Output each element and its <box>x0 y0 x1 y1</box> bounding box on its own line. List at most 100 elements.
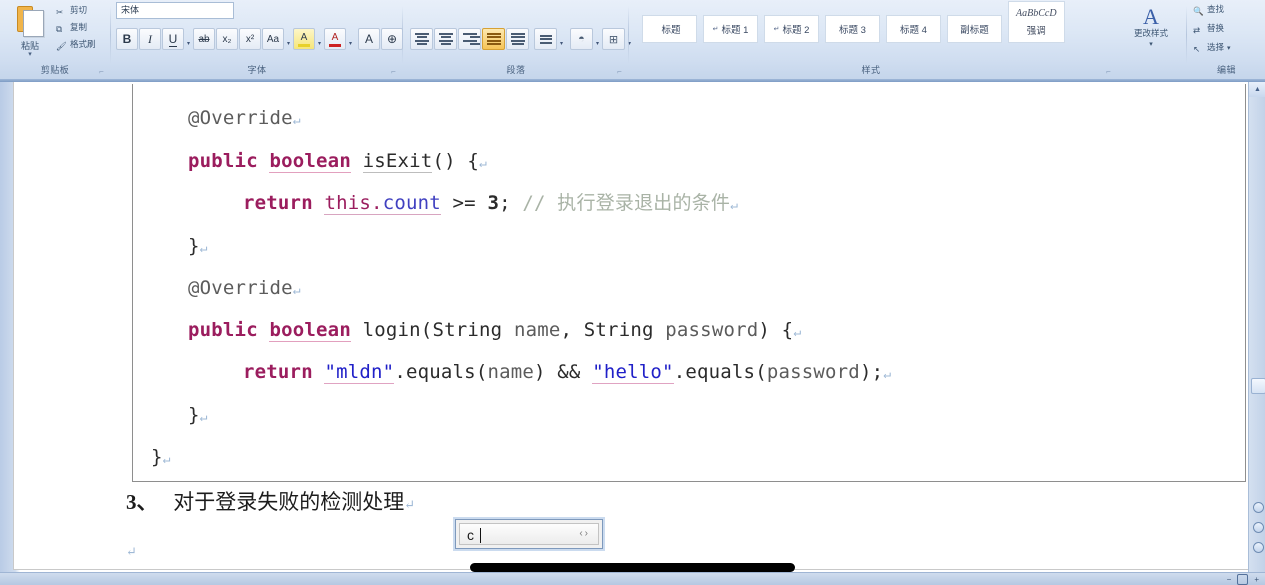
code-token: ↵ <box>162 452 171 467</box>
text-effects-button[interactable]: A <box>358 28 380 50</box>
italic-button[interactable]: I <box>139 28 161 50</box>
cut-button[interactable]: ✂ 剪切 <box>56 4 87 18</box>
style-label-6: 强调 <box>1026 25 1046 37</box>
next-page-button[interactable] <box>1253 542 1264 553</box>
ribbon-group-paragraph: ▾ ◓ ▾ ⊞ ▾ 段落 ⌐ <box>404 0 631 79</box>
code-block[interactable]: @Override↵ public boolean isExit() {↵ retu… <box>132 84 1246 482</box>
scrollbar-thumb[interactable] <box>1251 378 1265 394</box>
style-item-4[interactable]: 标题 4 <box>886 15 941 43</box>
code-token: ↵ <box>292 113 301 128</box>
select-button[interactable]: ↖ 选择 ▾ <box>1193 41 1231 55</box>
copy-button[interactable]: ⧉ 复制 <box>56 21 87 35</box>
font-color-button[interactable]: A <box>324 28 346 50</box>
code-token: "hello" <box>592 361 674 384</box>
code-token: "mldn" <box>324 361 395 384</box>
ime-next-icon[interactable]: › <box>585 528 590 539</box>
bold-button[interactable]: B <box>116 28 138 50</box>
ime-input-field[interactable]: c ‹› <box>459 523 599 545</box>
style-item-3[interactable]: 标题 3 <box>825 15 880 43</box>
paste-button[interactable]: 粘贴 ▾ <box>8 4 52 62</box>
subscript-button[interactable]: x₂ <box>216 28 238 50</box>
code-token: . <box>371 192 383 215</box>
redaction-bar <box>470 563 795 572</box>
browse-object-button[interactable] <box>1253 522 1264 533</box>
code-token: } <box>188 235 200 257</box>
format-painter-button[interactable]: 🖌 格式刷 <box>56 38 96 52</box>
line-spacing-caret[interactable]: ▾ <box>558 28 565 50</box>
align-center-button[interactable] <box>434 28 457 50</box>
search-icon: 🔍 <box>1193 6 1204 16</box>
style-label-2: 标题 2 <box>782 25 810 36</box>
vertical-scrollbar[interactable]: ▲ <box>1248 82 1265 572</box>
zoom-controls[interactable]: − + <box>1227 574 1259 585</box>
code-token: password <box>665 319 759 341</box>
line-spacing-button[interactable] <box>534 28 557 50</box>
style-item-2[interactable]: ↵ 标题 2 <box>764 15 819 43</box>
document-paragraph: 3、 对于登录失败的检测处理↵ <box>126 486 415 516</box>
find-button[interactable]: 🔍 查找 <box>1193 3 1224 17</box>
document-area[interactable]: @Override↵ public boolean isExit() {↵ retu… <box>0 82 1265 585</box>
style-item-6[interactable]: AaBbCcD 强调 <box>1008 1 1065 43</box>
style-item-5[interactable]: 副标题 <box>947 15 1002 43</box>
code-token: ( <box>755 361 767 383</box>
code-token: return <box>243 192 325 214</box>
highlight-button[interactable]: A <box>293 28 315 50</box>
style-label-3: 标题 3 <box>839 25 866 36</box>
zoom-in-button[interactable]: + <box>1254 575 1259 584</box>
format-painter-label: 格式刷 <box>70 39 96 49</box>
style-item-1[interactable]: ↵ 标题 1 <box>703 15 758 43</box>
font-dialog-launcher[interactable]: ⌐ <box>388 66 399 77</box>
previous-page-button[interactable] <box>1253 502 1264 513</box>
code-token: >= <box>440 192 488 214</box>
styles-dialog-launcher[interactable]: ⌐ <box>1103 66 1114 77</box>
code-token: () { <box>432 150 480 172</box>
ribbon-group-styles: 标题 ↵ 标题 1 ↵ 标题 2 标题 3 标题 4 副标题 AaBbCcD 强调 … <box>630 0 1186 79</box>
paragraph-mark: ↵ <box>126 544 137 559</box>
underline-glyph: U <box>168 31 178 47</box>
change-styles-caret[interactable]: ▾ <box>1122 39 1180 50</box>
align-left-button[interactable] <box>410 28 433 50</box>
text-caret <box>480 528 481 543</box>
replace-button[interactable]: ⇄ 替换 <box>1193 22 1224 36</box>
font-name-input[interactable] <box>116 2 234 19</box>
select-label: 选择 <box>1207 42 1225 52</box>
style-mark-1: ↵ <box>712 26 719 33</box>
code-token: @Override <box>188 107 293 129</box>
code-token: count <box>382 192 441 215</box>
clipboard-dialog-launcher[interactable]: ⌐ <box>96 66 107 77</box>
change-styles-button[interactable]: A 更改样式 ▾ <box>1122 6 1180 50</box>
paragraph-toolbar: ▾ ◓ ▾ ⊞ ▾ <box>410 26 633 52</box>
font-color-caret[interactable]: ▾ <box>347 28 354 50</box>
group-separator <box>110 6 111 64</box>
strikethrough-button[interactable]: ab <box>193 28 215 50</box>
ime-nav-arrows[interactable]: ‹› <box>579 528 590 539</box>
code-token: ↵ <box>479 156 488 171</box>
highlight-caret[interactable]: ▾ <box>316 28 323 50</box>
code-token: ↵ <box>730 198 739 213</box>
paste-dropdown-caret[interactable]: ▾ <box>8 51 52 58</box>
distribute-button[interactable] <box>506 28 529 50</box>
align-right-button[interactable] <box>458 28 481 50</box>
zoom-out-button[interactable]: − <box>1227 575 1232 584</box>
style-item-0[interactable]: 标题 <box>642 15 697 43</box>
align-justify-button[interactable] <box>482 28 505 50</box>
enclose-character-button[interactable]: ⊕ <box>381 28 403 50</box>
shading-caret[interactable]: ▾ <box>594 28 601 50</box>
code-token: login( <box>350 319 433 341</box>
code-token: ) && <box>534 361 593 383</box>
borders-button[interactable]: ⊞ <box>602 28 625 50</box>
scroll-up-button[interactable]: ▲ <box>1249 82 1265 97</box>
change-case-caret[interactable]: ▾ <box>285 28 292 50</box>
style-mark-2: ↵ <box>773 26 780 33</box>
change-case-button[interactable]: Aa <box>262 28 284 50</box>
ime-candidate-box[interactable]: c ‹› <box>455 519 603 549</box>
underline-caret[interactable]: ▾ <box>185 28 192 50</box>
document-page[interactable]: @Override↵ public boolean isExit() {↵ retu… <box>14 82 1252 569</box>
code-token: ↵ <box>292 283 301 298</box>
underline-button[interactable]: U <box>162 28 184 50</box>
superscript-button[interactable]: x² <box>239 28 261 50</box>
zoom-slider[interactable] <box>1237 574 1249 585</box>
select-caret[interactable]: ▾ <box>1227 45 1231 52</box>
shading-button[interactable]: ◓ <box>570 28 593 50</box>
paragraph-dialog-launcher[interactable]: ⌐ <box>614 66 625 77</box>
